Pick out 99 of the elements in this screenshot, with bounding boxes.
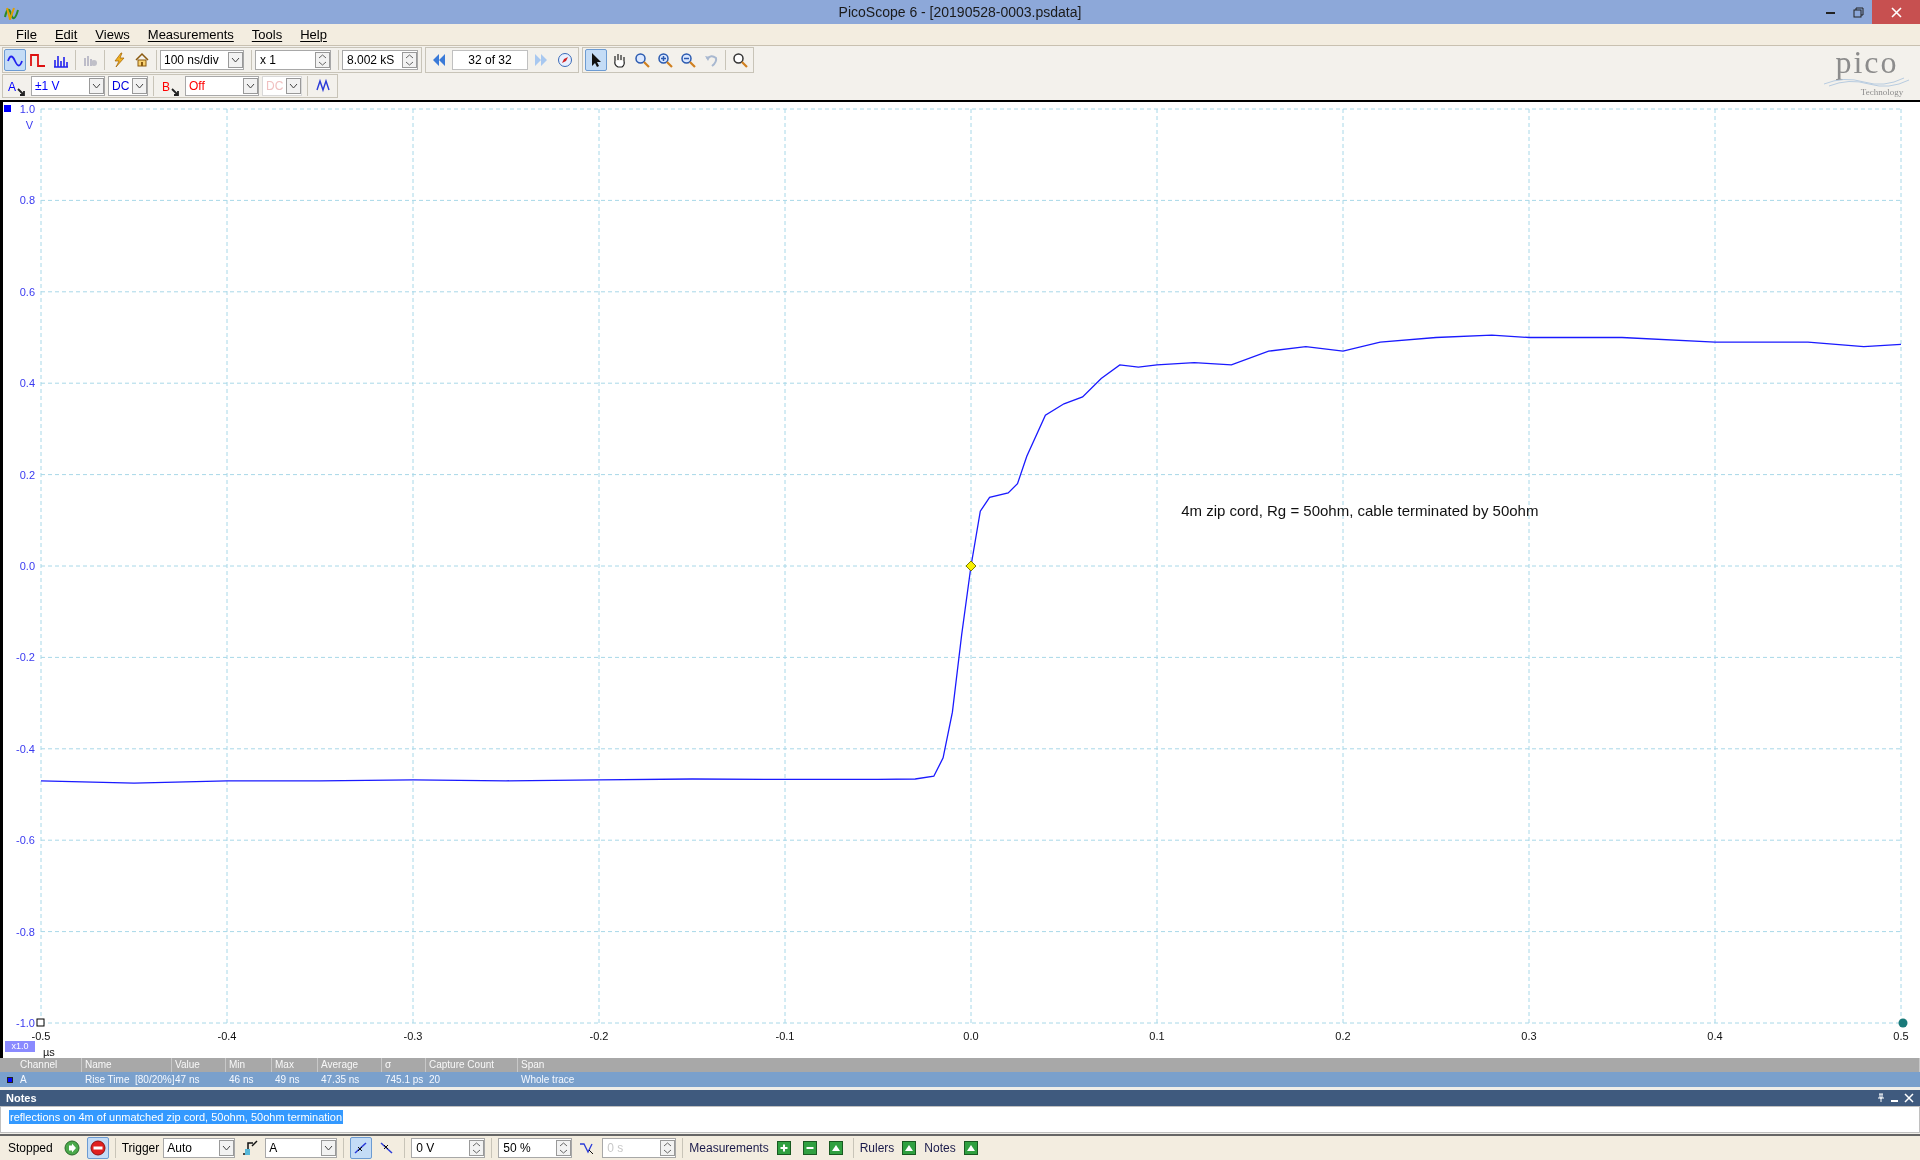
trigger-marker-icon[interactable] <box>965 560 977 572</box>
y-axis-label: -0.6 <box>16 834 35 847</box>
double-left-arrow-icon <box>431 52 447 68</box>
x-axis-label: -0.5 <box>31 1030 51 1042</box>
plus-icon <box>775 1140 792 1156</box>
menu-item[interactable]: Edit <box>46 24 86 45</box>
scope-view-button[interactable] <box>4 49 26 71</box>
menu-item[interactable]: Help <box>292 24 335 45</box>
y-axis-label: 1.0 <box>19 103 35 115</box>
trigger-label: Trigger <box>121 1140 160 1157</box>
y-axis-unit: V <box>25 119 33 131</box>
table-cell-text: Whole trace <box>521 1073 575 1087</box>
restore-icon <box>1852 6 1864 18</box>
menu-item[interactable]: File <box>8 24 45 45</box>
pre-trigger-spinner[interactable]: 50 % <box>498 1138 573 1158</box>
trigger-mode-dropdown[interactable]: Auto <box>163 1138 236 1158</box>
buffer-counter-field[interactable]: 32 of 32 <box>452 50 528 70</box>
window-title: PicoScope 6 - [20190528-0003.psdata] <box>837 2 1083 22</box>
table-cell-text: 46 ns <box>229 1073 254 1087</box>
zoom-badge: x1.0 <box>5 1041 35 1052</box>
rulers-label: Rulers <box>859 1140 895 1157</box>
delay-wave-icon <box>579 1140 596 1156</box>
notes-label: Notes <box>924 1140 956 1157</box>
table-cell-text: A <box>20 1073 27 1087</box>
table-cell-text: 20 <box>429 1073 441 1087</box>
spinner-arrows-icon <box>469 1140 485 1156</box>
x-axis-label: -0.3 <box>403 1030 423 1042</box>
spinner-arrows-icon <box>315 52 330 68</box>
coupling-dropdown[interactable]: DC <box>108 76 148 96</box>
table-cell-text: 47.35 ns <box>321 1073 360 1087</box>
menu-item[interactable]: Measurements <box>139 24 242 45</box>
zoom-overview-icon <box>732 52 748 68</box>
close-button[interactable] <box>1872 0 1920 24</box>
channel-marker-icon <box>4 105 11 112</box>
y-axis-label: -0.8 <box>16 925 35 938</box>
pointer-tool-button[interactable] <box>585 49 607 71</box>
table-cell-text: 49 ns <box>275 1073 300 1087</box>
logo-tagline: Technology <box>1859 87 1904 97</box>
table-cell-text: Rise Time [80/20%] <box>85 1073 175 1087</box>
pin-icon[interactable] <box>1876 1093 1886 1103</box>
zoom-in-icon <box>657 52 673 68</box>
measurements-label: Measurements <box>689 1140 769 1157</box>
spinner-arrows-icon <box>660 1140 676 1156</box>
table-cell-text: 47 ns <box>175 1073 200 1087</box>
signal-icon <box>316 78 333 94</box>
x-axis-label: -0.1 <box>775 1030 795 1042</box>
compass-icon <box>557 52 573 68</box>
x-axis-label: 0.5 <box>1893 1030 1909 1042</box>
cursor-arrow-icon <box>17 88 25 96</box>
y-axis-label: 0.8 <box>19 194 35 207</box>
notes-title: Notes <box>6 1090 37 1106</box>
x-axis-label: 0.1 <box>1149 1030 1165 1042</box>
x-axis-label: 0.0 <box>963 1030 979 1042</box>
hand-icon <box>611 52 627 68</box>
y-axis-label: -1.0 <box>16 1017 35 1029</box>
close-icon[interactable] <box>1904 1093 1914 1103</box>
channel-button[interactable]: A <box>5 76 28 96</box>
menu-item[interactable]: Tools <box>243 24 291 45</box>
stop-circle-icon <box>89 1140 106 1156</box>
y-axis-label: 0.0 <box>19 560 35 572</box>
ruler-handle-icon[interactable] <box>36 1018 45 1027</box>
x-axis-label: -0.4 <box>217 1030 237 1042</box>
status-text: Stopped <box>7 1140 54 1157</box>
trigger-pulse-icon <box>242 1140 259 1156</box>
x-axis-label: 0.2 <box>1335 1030 1351 1042</box>
samples-spinner[interactable]: 8.002 kS <box>342 50 418 70</box>
lightning-icon <box>111 52 127 68</box>
menu-item[interactable]: Views <box>87 24 138 45</box>
table-cell-text: 745.1 ps <box>385 1073 424 1087</box>
annotation-text: 4m zip cord, Rg = 50ohm, cable terminated by 50ohm <box>1181 501 1539 519</box>
magnifier-icon <box>634 52 650 68</box>
range-dropdown[interactable]: ±1 V <box>31 76 105 96</box>
x-axis-label: 0.4 <box>1707 1030 1723 1042</box>
timebase-dropdown[interactable]: 100 ns/div <box>160 50 244 70</box>
y-axis-label: 0.4 <box>19 377 35 390</box>
minus-icon <box>801 1140 818 1156</box>
pulse-icon <box>30 52 46 68</box>
close-icon <box>1890 6 1902 18</box>
stop-button[interactable] <box>86 1137 109 1159</box>
rising-edge-button[interactable] <box>350 1137 373 1159</box>
zoom-out-icon <box>680 52 696 68</box>
house-icon <box>134 52 150 68</box>
y-axis-label: 0.6 <box>19 285 35 298</box>
threshold-spinner[interactable]: 0 V <box>411 1138 486 1158</box>
double-right-arrow-icon <box>533 52 549 68</box>
y-axis-label: -0.2 <box>16 651 35 664</box>
play-circle-icon <box>63 1140 80 1156</box>
spinner-arrows-icon <box>556 1140 572 1156</box>
x-axis-unit: µs <box>43 1046 55 1058</box>
x-axis-label: 0.3 <box>1521 1030 1537 1042</box>
trigger-source-dropdown[interactable]: A <box>265 1138 338 1158</box>
y-axis-label: -0.4 <box>16 742 35 755</box>
spinner-arrows-icon <box>402 52 417 68</box>
cursor-arrow-icon <box>171 88 180 96</box>
x-axis-label: -0.2 <box>589 1030 609 1042</box>
ruler-handle-icon[interactable] <box>1898 1018 1908 1028</box>
zoom-spinner[interactable]: x 1 <box>255 50 331 70</box>
y-axis-label: 0.2 <box>19 468 35 481</box>
undo-icon <box>703 52 719 68</box>
